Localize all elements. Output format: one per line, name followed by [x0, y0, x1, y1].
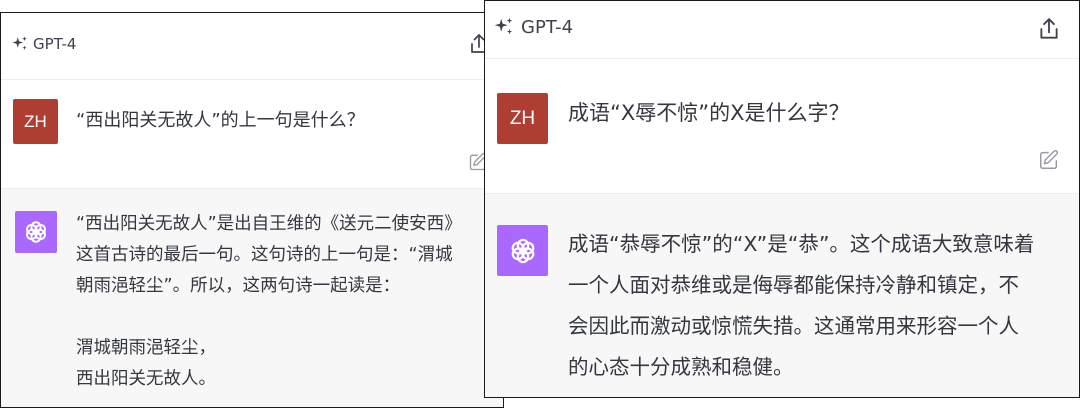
answer-line: 会因此而激动或惊慌失措。这通常用来形容一个人 [568, 314, 1019, 338]
avatar: ZH [497, 93, 548, 144]
chat-panel-right: GPT-4 ZH 成语“X辱不惊”的X是什么字？ 成语“恭辱不惊”的“X”是“恭… [484, 0, 1080, 398]
edit-icon[interactable] [1038, 149, 1060, 175]
user-message: ZH “西出阳关无故人”的上一句是什么？ [1, 80, 503, 188]
sparkle-icon [493, 16, 515, 38]
answer-line: 一个人面对恭维或是侮辱都能保持冷静和镇定，不 [568, 273, 1019, 297]
answer-line: 朝雨浥轻尘”。所以，这两句诗一起读是： [76, 276, 401, 296]
user-message: ZH 成语“X辱不惊”的X是什么字？ [485, 59, 1079, 193]
chat-header: GPT-4 [485, 1, 1079, 59]
poem-line: 渭城朝雨浥轻尘， [76, 338, 216, 358]
sparkle-icon [11, 35, 29, 53]
answer-line: 成语“恭辱不惊”的“X”是“恭”。这个成语大致意味着 [568, 232, 1035, 256]
user-message-text: “西出阳关无故人”的上一句是什么？ [76, 110, 365, 131]
avatar: ZH [13, 99, 58, 144]
poem-line: 西出阳关无故人。 [76, 369, 216, 389]
assistant-message: 成语“恭辱不惊”的“X”是“恭”。这个成语大致意味着 一个人面对恭维或是侮辱都能… [485, 193, 1079, 397]
answer-line: “西出阳关无故人”是出自王维的《送元二使安西》 [76, 214, 462, 234]
openai-logo-icon [497, 225, 548, 276]
chat-header: GPT-4 [1, 13, 503, 80]
answer-line: 的心态十分成熟和稳健。 [568, 355, 794, 379]
answer-line: 这首古诗的最后一句。这句诗的上一句是：“渭城 [76, 245, 453, 265]
model-selector[interactable]: GPT-4 [493, 16, 573, 38]
assistant-message: “西出阳关无故人”是出自王维的《送元二使安西》 这首古诗的最后一句。这句诗的上一… [1, 188, 503, 407]
model-label: GPT-4 [521, 16, 574, 38]
assistant-message-text: 成语“恭辱不惊”的“X”是“恭”。这个成语大致意味着 一个人面对恭维或是侮辱都能… [568, 224, 1068, 388]
model-label: GPT-4 [33, 35, 77, 53]
user-message-text: 成语“X辱不惊”的X是什么字？ [568, 101, 850, 125]
assistant-message-text: “西出阳关无故人”是出自王维的《送元二使安西》 这首古诗的最后一句。这句诗的上一… [76, 209, 503, 395]
openai-logo-icon [15, 211, 57, 253]
chat-panel-left: GPT-4 ZH “西出阳关无故人”的上一句是什么？ “西出阳关无故人”是出自王… [0, 12, 504, 408]
model-selector[interactable]: GPT-4 [11, 35, 76, 53]
share-icon[interactable] [1038, 17, 1060, 45]
